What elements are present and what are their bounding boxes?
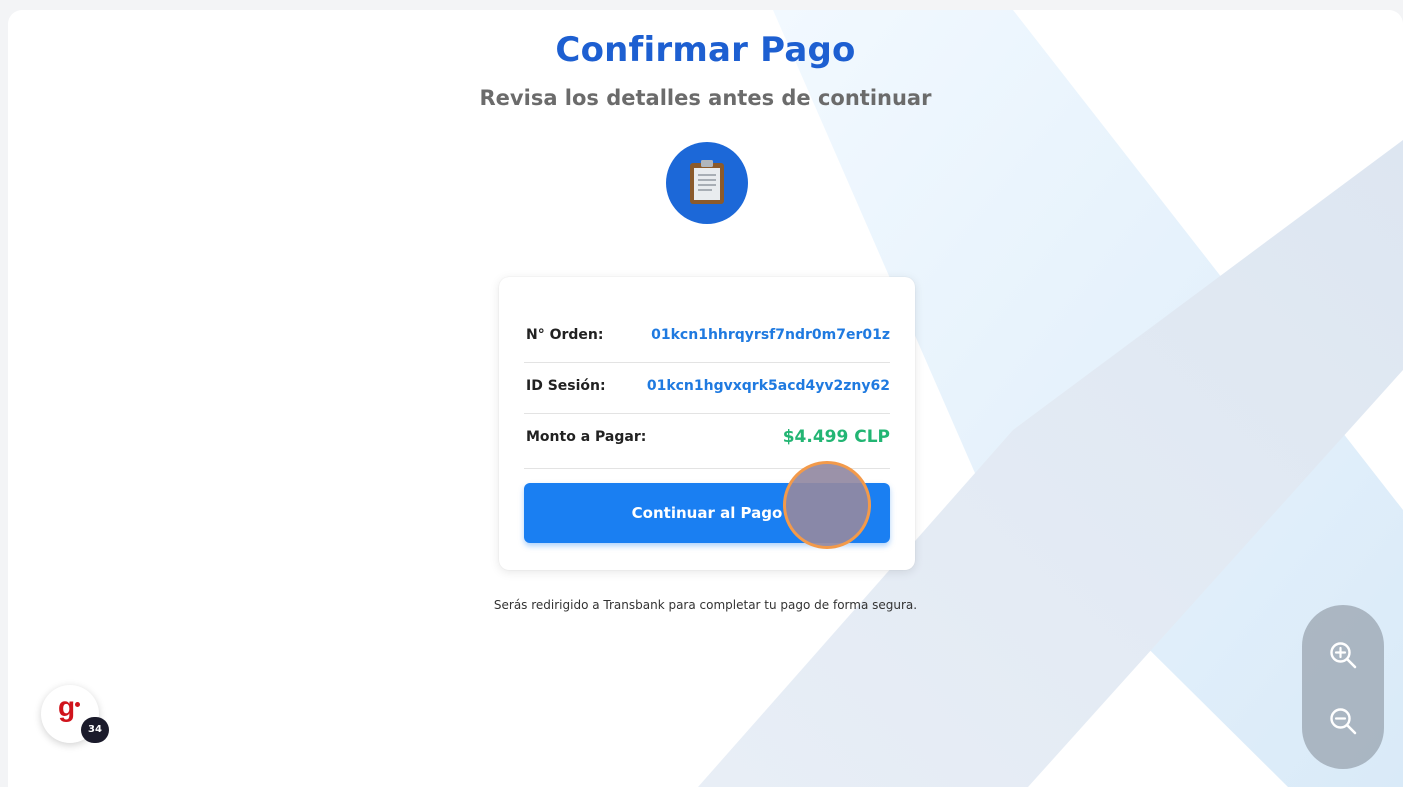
g-logo-dot [75, 702, 80, 707]
order-value: 01kcn1hhrqyrsf7ndr0m7er01z [651, 327, 890, 343]
zoom-out-button[interactable] [1302, 691, 1384, 751]
zoom-in-button[interactable] [1302, 625, 1384, 685]
clipboard-icon [666, 142, 748, 224]
zoom-controls [1302, 605, 1384, 769]
zoom-out-icon [1330, 708, 1357, 735]
order-row: N° Orden: 01kcn1hhrqyrsf7ndr0m7er01z [524, 312, 890, 363]
zoom-in-icon [1330, 642, 1357, 669]
page-title: Confirmar Pago [555, 30, 856, 70]
order-label: N° Orden: [526, 327, 604, 343]
amount-row: Monto a Pagar: $4.499 CLP [524, 414, 890, 469]
amount-label: Monto a Pagar: [526, 429, 647, 445]
session-label: ID Sesión: [526, 378, 606, 394]
notification-count-badge: 34 [81, 717, 109, 743]
redirect-note: Serás redirigido a Transbank para comple… [493, 598, 918, 612]
g-logo: g [58, 691, 76, 722]
continue-to-payment-button[interactable]: Continuar al Pago [524, 483, 890, 543]
amount-value: $4.499 CLP [782, 427, 890, 447]
page-subtitle: Revisa los detalles antes de continuar [479, 86, 932, 110]
page-frame: Confirmar Pago Revisa los detalles antes… [8, 10, 1403, 787]
payment-details-card: N° Orden: 01kcn1hhrqyrsf7ndr0m7er01z ID … [499, 277, 915, 570]
session-row: ID Sesión: 01kcn1hgvxqrk5acd4yv2zny62 [524, 363, 890, 414]
session-value: 01kcn1hgvxqrk5acd4yv2zny62 [646, 378, 890, 394]
